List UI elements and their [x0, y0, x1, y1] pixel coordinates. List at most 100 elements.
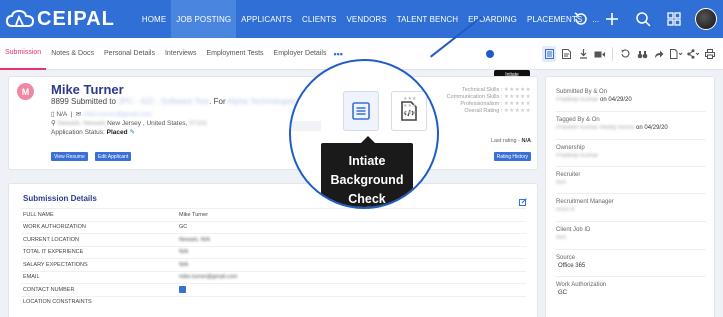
star-rating[interactable]: ★★★★★ [504, 87, 531, 93]
skill-label: Professionalism : [460, 101, 503, 107]
submission-summary: 8899 Submitted to JPC - 422 - Software T… [51, 97, 297, 106]
view-resume-button[interactable]: View Resume [51, 152, 88, 161]
mail-icon: ✉ [75, 111, 82, 118]
plus-icon[interactable] [602, 9, 622, 29]
ceipal-logo[interactable]: CEIPAL [6, 8, 115, 31]
document-icon[interactable] [559, 46, 573, 62]
meta-label: Client Job ID [556, 227, 591, 233]
for-text: For [213, 97, 226, 106]
star-rating[interactable]: ★★★★★ [504, 101, 531, 107]
tooltip-line: Intiate [348, 154, 386, 168]
tab-employment-tests[interactable]: Employment Tests [201, 38, 268, 70]
divider [556, 249, 706, 250]
search-icon[interactable] [633, 9, 653, 29]
skill-label: Communication Skills : [446, 94, 503, 100]
edit-applicant-button[interactable]: Edit Applicant [95, 152, 132, 161]
history-icon[interactable] [571, 9, 591, 29]
divider [556, 139, 706, 140]
magnified-skill-text: ★★★ ★★★ ★★★ [403, 96, 417, 116]
client-link[interactable]: Alpha Technologies [227, 97, 296, 106]
field-label: WORK AUTHORIZATION [23, 224, 86, 231]
field-label: CONTACT NUMBER [23, 286, 75, 293]
brand-name: CEIPAL [37, 7, 115, 30]
field-value: Newark, N/A [179, 236, 210, 243]
cloud-logo-icon [6, 9, 34, 27]
nav-actions [571, 0, 717, 38]
print-icon[interactable] [703, 46, 717, 62]
nav-item-home[interactable]: HOME [137, 0, 171, 38]
meta-item: Ownership Pradeep Kumar [556, 145, 711, 159]
field-value: mike.turner@gmail.com [179, 274, 238, 281]
section-title: Submission Details [23, 194, 97, 203]
divider [556, 221, 706, 222]
skill-label: Overall Rating : [464, 108, 503, 114]
nav-item-vendors[interactable]: VENDORS [341, 0, 391, 38]
job-reference-link[interactable]: JPC - 422 - Software Test [118, 97, 209, 106]
divider [556, 193, 706, 194]
download-icon[interactable] [576, 46, 590, 62]
nav-item-clients[interactable]: CLIENTS [297, 0, 342, 38]
divider [556, 111, 706, 112]
meta-item: Submitted By & On Pradeep Kumar on 04/29/2… [556, 89, 711, 103]
last-rating-label: Last rating - [490, 138, 520, 144]
tooltip-line: Check [348, 192, 386, 206]
table-row: CURRENT LOCATION Newark, N/A [21, 233, 526, 246]
edit-status-icon[interactable]: ✎ [129, 129, 134, 136]
phone-icon[interactable] [179, 286, 186, 294]
background-check-icon[interactable] [343, 91, 379, 131]
background-check-icon[interactable] [542, 46, 556, 62]
tab-employer-details[interactable]: Employer Details [269, 38, 332, 70]
skill-label: Technical Skills : [461, 87, 503, 93]
binoculars-icon[interactable] [635, 46, 649, 62]
field-value: Mike Turner [179, 211, 209, 218]
applicant-avatar: M [17, 83, 34, 100]
meta-label: Recruitment Manager [556, 199, 614, 205]
table-row: LOCATION CONSTRAINTS [21, 295, 526, 309]
forward-icon[interactable] [652, 46, 666, 62]
more-tabs-button[interactable]: ••• [331, 49, 342, 59]
toolbar-divider [612, 47, 613, 61]
location-pin-icon: ⚲ [51, 120, 56, 127]
meta-label: Recruiter [556, 172, 581, 178]
table-row: TOTAL IT EXPERIENCE N/A [21, 245, 526, 259]
tab-notes-docs[interactable]: Notes & Docs [46, 38, 99, 70]
meta-value-name: Arun R [556, 207, 575, 213]
location-city: Newark, Newark [57, 120, 106, 127]
email-link[interactable]: mike.turner@gmail.com [83, 111, 152, 118]
history-icon[interactable] [618, 46, 632, 62]
tab-submission[interactable]: Submission [0, 38, 47, 70]
meta-value: Pradeep Kumar on 04/29/20 [556, 97, 711, 103]
field-label: EMAIL [23, 274, 40, 281]
location-zip: 07101 [189, 120, 208, 127]
contact-line: ▯ N/A | ✉ mike.turner@gmail.com [51, 111, 152, 118]
nav-item-talent-bench[interactable]: TALENT BENCH [392, 0, 463, 38]
tooltip-line: Background [330, 173, 404, 187]
nav-item-eboarding[interactable]: EBOARDING [463, 0, 522, 38]
meta-value-text: Office 365 [558, 263, 586, 269]
star-rating[interactable]: ★★★★★ [504, 94, 531, 100]
meta-value-name: Pradeep Kumar [556, 97, 599, 103]
grid-icon[interactable] [664, 9, 684, 29]
pointer-dot [486, 50, 494, 58]
tab-interviews[interactable]: Interviews [160, 38, 202, 70]
video-icon[interactable] [593, 46, 607, 62]
user-avatar[interactable] [695, 8, 717, 30]
top-navbar: CEIPAL HOME JOB POSTING APPLICANTS CLIENTS V… [0, 0, 723, 38]
application-status: Application Status: Placed ✎ [51, 128, 135, 136]
document-menu-icon[interactable] [669, 46, 683, 62]
meta-value: N/A [556, 235, 711, 241]
field-label: SALARY EXPECTATIONS [23, 261, 88, 268]
star-rating[interactable]: ★★★★★ [504, 108, 531, 114]
rating-history-button[interactable]: Rating History [493, 152, 531, 161]
nav-item-applicants[interactable]: APPLICANTS [236, 0, 297, 38]
divider [556, 166, 706, 167]
applicant-profile-card: M Mike Turner 8899 Submitted to JPC - 42… [8, 76, 538, 170]
nav-item-job-posting[interactable]: JOB POSTING [171, 0, 237, 38]
meta-item: Client Job ID N/A [556, 227, 711, 241]
share-icon[interactable] [686, 46, 700, 62]
location-text: New Jersey , United States, [107, 120, 188, 127]
field-value: N/A [179, 261, 189, 268]
meta-item: Tagged By & On Praveen Kumar Reddy Kesra o… [556, 117, 711, 131]
status-label: Application Status: [51, 129, 105, 136]
tab-personal-details[interactable]: Personal Details [99, 38, 160, 70]
